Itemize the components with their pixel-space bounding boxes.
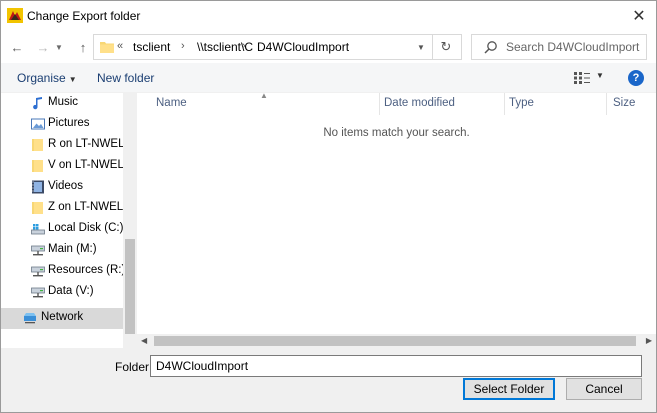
search-input[interactable]	[506, 39, 644, 55]
column-header-name[interactable]: Name	[156, 93, 378, 115]
address-history-button[interactable]: ▼	[412, 39, 430, 55]
sidebar-item-label: Main (M:)	[48, 243, 97, 255]
sidebar-item-network[interactable]: Network	[1, 308, 123, 329]
column-divider[interactable]	[606, 93, 607, 115]
organise-menu-button[interactable]: Organise ▼	[17, 71, 77, 85]
search-icon	[484, 41, 497, 54]
search-box[interactable]	[471, 34, 647, 60]
sidebar-item-label: Z on LT-NWELLS	[48, 201, 123, 213]
network-icon	[24, 313, 36, 324]
command-toolbar: Organise ▼ New folder ▼ ?	[1, 63, 656, 93]
forward-button[interactable]: →	[33, 37, 53, 57]
local-disk-icon	[31, 224, 45, 235]
close-icon: ✕	[632, 8, 646, 25]
title-bar: Change Export folder ✕	[1, 1, 656, 31]
sidebar-item-v-on-lt-nwells[interactable]: V on LT-NWELLS	[1, 156, 123, 177]
view-options-dropdown[interactable]: ▼	[596, 71, 604, 80]
sidebar-item-local-disk-c[interactable]: Local Disk (C:)	[1, 219, 123, 240]
network-drive-icon	[31, 287, 45, 298]
change-export-folder-dialog: Change Export folder ✕ ← → ▼ ↑ « tsclien…	[0, 0, 657, 413]
breadcrumb-d4wcloudimport[interactable]: D4WCloudImport	[257, 40, 349, 54]
up-button[interactable]: ↑	[73, 37, 93, 57]
folder-input[interactable]	[150, 355, 642, 377]
sidebar-item-label: Videos	[48, 180, 83, 192]
file-list: ▲ Name Date modified Type Size No items …	[137, 91, 656, 348]
breadcrumb-tsclient[interactable]: tsclient	[133, 40, 170, 54]
column-divider[interactable]	[504, 93, 505, 115]
horizontal-scrollbar-thumb[interactable]	[154, 336, 636, 346]
view-options-icon[interactable]	[574, 72, 590, 84]
help-icon[interactable]: ?	[628, 70, 644, 86]
select-folder-button[interactable]: Select Folder	[463, 378, 555, 400]
sidebar-item-label: Music	[48, 96, 79, 108]
address-divider	[432, 35, 433, 59]
folder-icon	[32, 202, 43, 214]
arrow-up-icon: ↑	[79, 39, 87, 55]
sidebar-item-label: V on LT-NWELLS	[48, 159, 123, 171]
column-header-size[interactable]: Size	[613, 93, 653, 115]
sidebar-item-resources-r[interactable]: Resources (R:)	[1, 261, 123, 282]
app-icon	[7, 8, 23, 23]
empty-list-message: No items match your search.	[323, 127, 470, 139]
scroll-left-icon[interactable]: ◀	[141, 336, 147, 345]
sidebar-item-main-m[interactable]: Main (M:)	[1, 240, 123, 261]
navigation-pane: Music Pictures R on LT-NWELLS V on LT-NW…	[1, 93, 137, 348]
cancel-button[interactable]: Cancel	[566, 378, 642, 400]
sidebar-item-z-on-lt-nwells[interactable]: Z on LT-NWELLS	[1, 198, 123, 219]
breadcrumb-overflow[interactable]: «	[117, 40, 123, 52]
arrow-left-icon: ←	[10, 39, 24, 55]
sidebar-item-data-v[interactable]: Data (V:)	[1, 282, 123, 303]
network-drive-icon	[31, 245, 45, 256]
folder-icon	[100, 42, 114, 53]
dialog-footer: Folder: Select Folder Cancel	[1, 348, 656, 412]
sidebar-scrollbar-thumb[interactable]	[125, 239, 135, 334]
chevron-down-icon: ▼	[55, 42, 63, 52]
sidebar-item-label: Network	[41, 311, 84, 323]
sidebar-item-pictures[interactable]: Pictures	[1, 114, 123, 135]
close-button[interactable]: ✕	[622, 1, 656, 31]
column-header-type[interactable]: Type	[509, 93, 605, 115]
sidebar-item-label: Data (V:)	[48, 285, 94, 297]
folder-icon	[32, 139, 43, 151]
folder-icon	[32, 160, 43, 172]
scroll-right-icon[interactable]: ▶	[646, 336, 652, 345]
sidebar-item-music[interactable]: Music	[1, 93, 123, 114]
breadcrumb-separator-icon[interactable]: ›	[181, 40, 185, 52]
column-header-date-modified[interactable]: Date modified	[384, 93, 504, 115]
sidebar-item-r-on-lt-nwells[interactable]: R on LT-NWELLS	[1, 135, 123, 156]
sidebar-item-videos[interactable]: Videos	[1, 177, 123, 198]
sidebar-item-label: Resources (R:)	[48, 264, 123, 276]
organise-label: Organise	[17, 71, 66, 85]
column-divider[interactable]	[379, 93, 380, 115]
sidebar-item-label: Local Disk (C:)	[48, 222, 123, 234]
chevron-down-icon: ▼	[68, 75, 77, 84]
sidebar-item-label: R on LT-NWELLS	[48, 138, 123, 150]
sidebar-item-label: Pictures	[48, 117, 90, 129]
arrow-right-icon: →	[36, 39, 50, 55]
horizontal-scrollbar[interactable]: ◀ ▶	[137, 334, 656, 348]
videos-icon	[32, 180, 44, 194]
recent-locations-button[interactable]: ▼	[53, 37, 65, 57]
folder-label: Folder:	[115, 360, 153, 374]
refresh-button[interactable]: ↻	[436, 38, 456, 56]
address-bar[interactable]: « tsclient › \\tsclient\C › D4WCloudImpo…	[93, 34, 462, 60]
back-button[interactable]: ←	[7, 37, 27, 57]
new-folder-button[interactable]: New folder	[97, 71, 154, 85]
pictures-icon	[31, 118, 45, 130]
breadcrumb-separator-icon[interactable]: ›	[242, 40, 246, 52]
sidebar-scrollbar[interactable]	[123, 93, 137, 348]
chevron-down-icon: ▼	[417, 42, 425, 52]
refresh-icon: ↻	[440, 39, 452, 54]
network-drive-icon	[31, 266, 45, 277]
navigation-bar: ← → ▼ ↑ « tsclient › \\tsclient\C › D4WC…	[1, 31, 656, 63]
music-icon	[33, 97, 42, 110]
window-title: Change Export folder	[27, 9, 141, 23]
